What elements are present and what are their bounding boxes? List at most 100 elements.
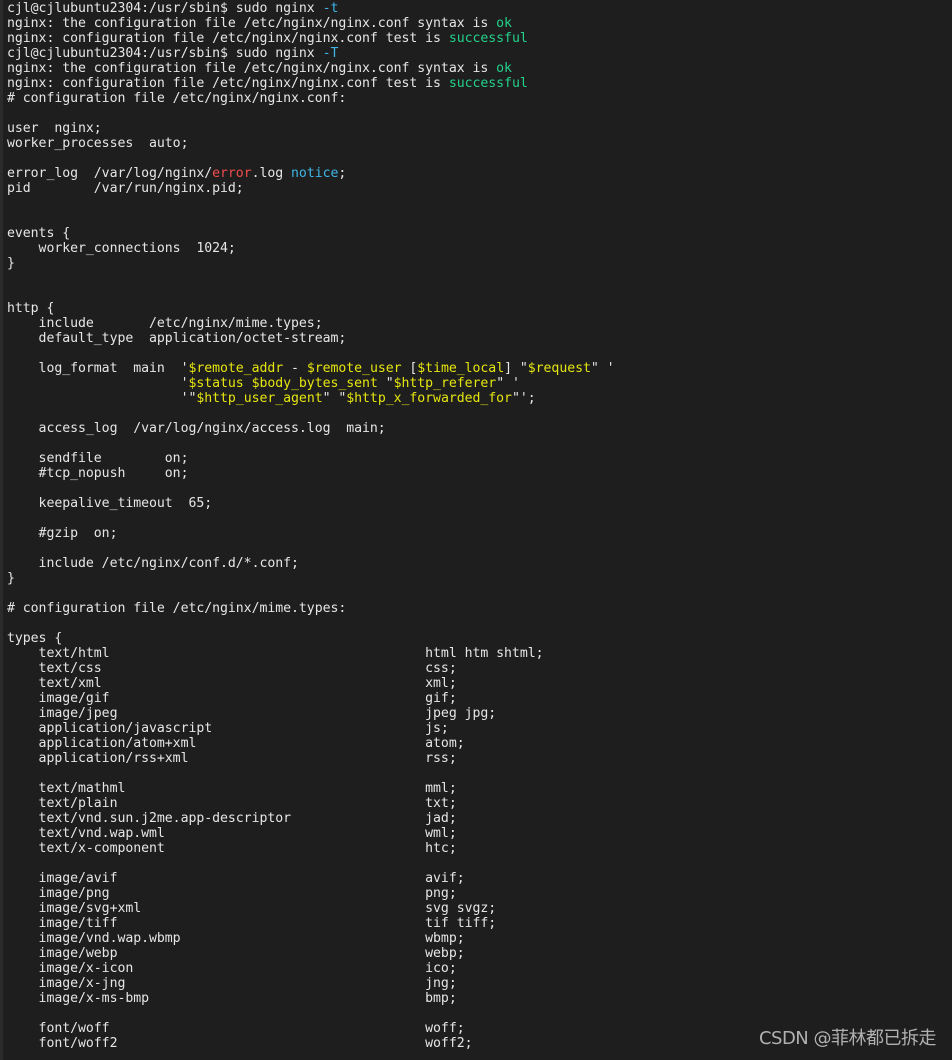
terminal-line: text/x-component htc; xyxy=(7,841,952,856)
terminal-line: nginx: configuration file /etc/nginx/ngi… xyxy=(7,76,952,91)
line-text: "'; xyxy=(511,391,536,406)
terminal-line: #gzip on; xyxy=(7,526,952,541)
csdn-watermark: CSDN @菲林都已拆走 xyxy=(758,1028,937,1049)
line-text: cjl@cjlubuntu2304:/usr/sbin$ sudo nginx xyxy=(7,1,323,16)
highlighted-text: successful xyxy=(448,76,528,91)
highlighted-text: $http_referer xyxy=(393,376,497,391)
terminal-line: include /etc/nginx/conf.d/*.conf; xyxy=(7,556,952,571)
highlighted-text: $remote_user xyxy=(306,361,402,376)
line-text: text/xml xml; xyxy=(7,676,457,691)
terminal-line: include /etc/nginx/mime.types; xyxy=(7,316,952,331)
line-text: cjl@cjlubuntu2304:/usr/sbin$ sudo nginx xyxy=(7,46,323,61)
line-text: text/plain txt; xyxy=(7,796,457,811)
terminal-line: worker_processes auto; xyxy=(7,136,952,151)
line-text: # configuration file /etc/nginx/mime.typ… xyxy=(7,601,347,616)
terminal-line: application/atom+xml atom; xyxy=(7,736,952,751)
terminal-line: application/rss+xml rss; xyxy=(7,751,952,766)
terminal-line: image/x-jng jng; xyxy=(7,976,952,991)
terminal-line: image/x-ms-bmp bmp; xyxy=(7,991,952,1006)
line-text: text/x-component htc; xyxy=(7,841,457,856)
terminal-line: image/tiff tif tiff; xyxy=(7,916,952,931)
line-text: types { xyxy=(7,631,63,646)
line-text: default_type application/octet-stream; xyxy=(7,331,347,346)
terminal-line: error_log /var/log/nginx/error.log notic… xyxy=(7,166,952,181)
terminal-line: '$status $body_bytes_sent "$http_referer… xyxy=(7,376,952,391)
line-text: image/avif avif; xyxy=(7,871,465,886)
terminal-line: application/javascript js; xyxy=(7,721,952,736)
line-text: include /etc/nginx/mime.types; xyxy=(7,316,323,331)
line-text: worker_processes auto; xyxy=(7,136,189,151)
terminal-line: nginx: the configuration file /etc/nginx… xyxy=(7,16,952,31)
terminal-line: default_type application/octet-stream; xyxy=(7,331,952,346)
line-text: " ' xyxy=(496,376,520,391)
terminal-line: http { xyxy=(7,301,952,316)
line-text: application/atom+xml atom; xyxy=(7,736,465,751)
highlighted-text: $remote_addr xyxy=(188,361,284,376)
line-text: [ xyxy=(401,361,418,376)
line-text: #tcp_nopush on; xyxy=(7,466,189,481)
line-text: application/rss+xml rss; xyxy=(7,751,457,766)
line-text: pid /var/run/nginx.pid; xyxy=(7,181,244,196)
terminal-line: # configuration file /etc/nginx/nginx.co… xyxy=(7,91,952,106)
terminal-line: text/vnd.sun.j2me.app-descriptor jad; xyxy=(7,811,952,826)
line-text: nginx: configuration file /etc/nginx/ngi… xyxy=(7,76,449,91)
line-text: " " xyxy=(322,391,347,406)
line-text: text/mathml mml; xyxy=(7,781,457,796)
terminal-line: access_log /var/log/nginx/access.log mai… xyxy=(7,421,952,436)
line-text: ' xyxy=(7,376,189,391)
terminal-line: } xyxy=(7,571,952,586)
terminal-line: pid /var/run/nginx.pid; xyxy=(7,181,952,196)
line-text: image/png png; xyxy=(7,886,457,901)
line-text: image/tiff tif tiff; xyxy=(7,916,497,931)
terminal-line: text/mathml mml; xyxy=(7,781,952,796)
line-text: image/gif gif; xyxy=(7,691,457,706)
line-text: application/javascript js; xyxy=(7,721,449,736)
highlighted-text: ok xyxy=(496,61,512,76)
terminal-line: image/avif avif; xyxy=(7,871,952,886)
line-text: sendfile on; xyxy=(7,451,189,466)
highlighted-text: $http_x_forwarded_for xyxy=(346,391,512,406)
terminal-line: image/vnd.wap.wbmp wbmp; xyxy=(7,931,952,946)
highlighted-text: notice xyxy=(291,166,339,181)
terminal-output[interactable]: cjl@cjlubuntu2304:/usr/sbin$ sudo nginx … xyxy=(7,1,952,1060)
line-text: image/jpeg jpeg jpg; xyxy=(7,706,497,721)
line-text: nginx: the configuration file /etc/nginx… xyxy=(7,61,497,76)
line-text: include /etc/nginx/conf.d/*.conf; xyxy=(7,556,299,571)
line-text: ] " xyxy=(504,361,528,376)
terminal-line: image/jpeg jpeg jpg; xyxy=(7,706,952,721)
line-text: '" xyxy=(7,391,197,406)
line-text: } xyxy=(7,256,15,271)
line-text: text/html html htm shtml; xyxy=(7,646,544,661)
line-text: " ' xyxy=(590,361,615,376)
line-text: nginx: configuration file /etc/nginx/ngi… xyxy=(7,31,449,46)
highlighted-text: $time_local xyxy=(417,361,505,376)
highlighted-text: $request xyxy=(527,361,591,376)
terminal-line: log_format main '$remote_addr - $remote_… xyxy=(7,361,952,376)
highlighted-text: -T xyxy=(322,46,339,61)
line-text: user nginx; xyxy=(7,121,102,136)
highlighted-text: -t xyxy=(322,1,339,16)
terminal-line: } xyxy=(7,256,952,271)
line-text: events { xyxy=(7,226,71,241)
terminal-line: image/x-icon ico; xyxy=(7,961,952,976)
line-text: image/x-ms-bmp bmp; xyxy=(7,991,457,1006)
terminal-line: text/plain txt; xyxy=(7,796,952,811)
line-text: ; xyxy=(338,166,347,181)
terminal-line: events { xyxy=(7,226,952,241)
terminal-line: nginx: configuration file /etc/nginx/ngi… xyxy=(7,31,952,46)
terminal-line: # configuration file /etc/nginx/mime.typ… xyxy=(7,601,952,616)
terminal-line: text/xml xml; xyxy=(7,676,952,691)
terminal-line: cjl@cjlubuntu2304:/usr/sbin$ sudo nginx … xyxy=(7,46,952,61)
line-text: - xyxy=(283,361,307,376)
